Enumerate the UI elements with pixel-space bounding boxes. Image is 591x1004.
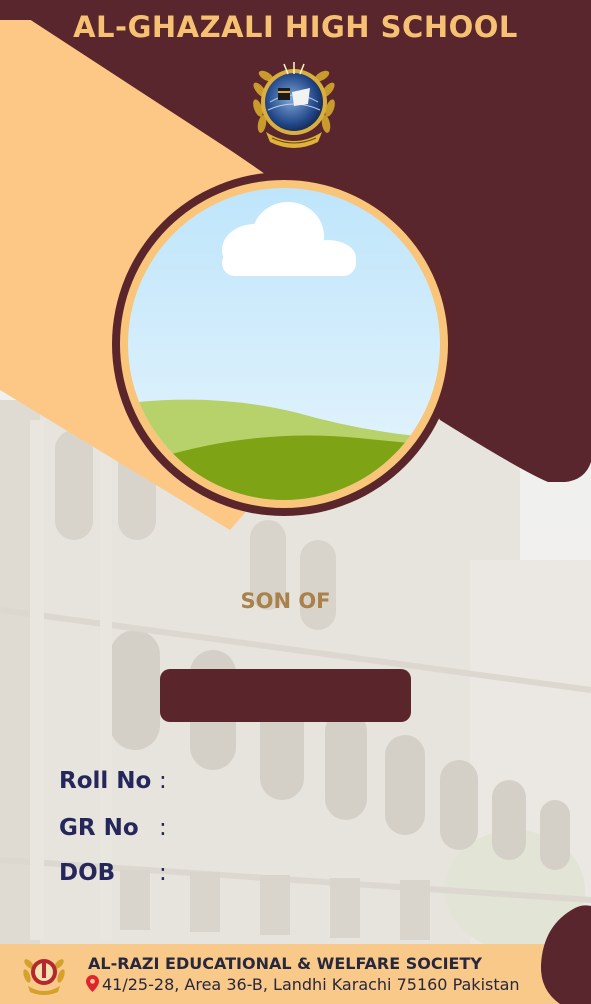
father-name-box[interactable] <box>160 669 411 722</box>
photo-placeholder[interactable] <box>120 180 448 508</box>
society-address: 41/25-28, Area 36-B, Landhi Karachi 7516… <box>86 975 520 994</box>
gr-no-field: GR No : <box>59 815 167 849</box>
roll-no-label: Roll No <box>59 768 152 794</box>
school-name: AL-GHAZALI HIGH SCHOOL <box>73 10 518 44</box>
dob-field: DOB : <box>59 860 167 894</box>
society-name: AL-RAZI EDUCATIONAL & WELFARE SOCIETY <box>88 954 482 973</box>
gr-no-label: GR No <box>59 815 139 841</box>
id-card: AL-GHAZALI HIGH SCHOOL SON OF Roll No: … <box>0 0 591 1004</box>
relation-label: SON OF <box>240 589 331 613</box>
address-text: 41/25-28, Area 36-B, Landhi Karachi 7516… <box>102 975 520 994</box>
map-pin-icon <box>86 975 99 992</box>
gr-no-colon: : <box>159 815 167 841</box>
roll-no-field: Roll No : <box>59 768 167 802</box>
dob-colon: : <box>159 860 167 886</box>
footer-bar <box>0 944 591 1004</box>
dob-label: DOB <box>59 860 116 886</box>
society-emblem-icon <box>23 959 65 995</box>
school-crest-icon <box>253 62 335 148</box>
landscape-placeholder-icon <box>128 188 440 500</box>
roll-no-colon: : <box>159 768 167 794</box>
